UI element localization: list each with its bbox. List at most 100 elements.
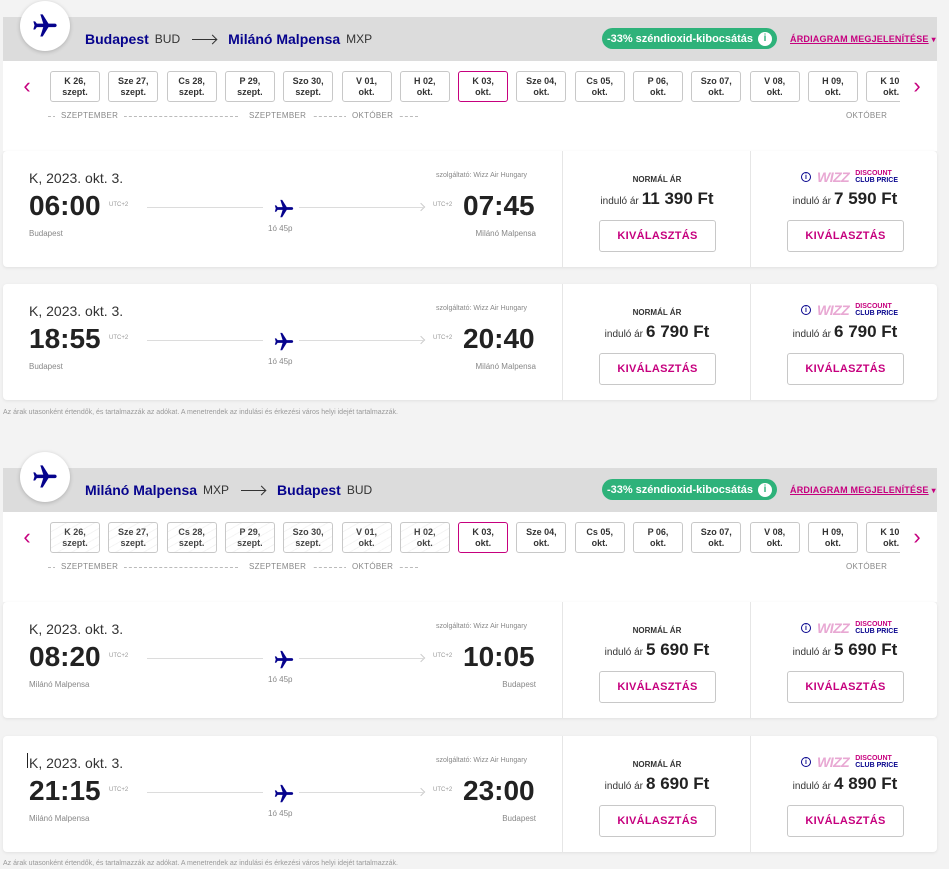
arrow-right-icon xyxy=(416,787,426,797)
price-chart-link[interactable]: ÁRDIAGRAM MEGJELENÍTÉSE ▾ xyxy=(790,485,936,495)
departure-time: 18:55 xyxy=(29,323,101,354)
from-label: induló ár xyxy=(792,196,832,207)
date-option[interactable]: Sze 27, szept. xyxy=(108,522,159,553)
date-option[interactable]: Sze 04, okt. xyxy=(516,522,567,553)
date-option[interactable]: K 03, okt. xyxy=(458,71,509,102)
wdc-price-row: induló ár 7 590 Ft xyxy=(751,189,939,209)
date-option[interactable]: H 09, okt. xyxy=(807,71,858,102)
select-normal-button[interactable]: KIVÁLASZTÁS xyxy=(599,353,716,385)
date-option[interactable]: Cs 28, szept. xyxy=(166,71,217,102)
wdc-discount: DISCOUNT xyxy=(855,621,892,628)
date-month: szept. xyxy=(237,87,263,97)
info-icon[interactable]: i xyxy=(801,305,811,315)
date-month: szept. xyxy=(120,87,147,97)
date-month: szept. xyxy=(120,538,147,548)
date-option[interactable]: K 03, okt. xyxy=(458,522,509,553)
chevron-right-icon[interactable]: › xyxy=(907,524,927,550)
chevron-left-icon[interactable]: ‹ xyxy=(17,524,37,550)
date-option[interactable]: Cs 05, okt. xyxy=(574,522,625,553)
date-option[interactable]: H 02, okt. xyxy=(399,71,450,102)
date-option[interactable]: Sze 04, okt. xyxy=(516,71,567,102)
info-icon[interactable]: i xyxy=(801,623,811,633)
wdc-price-row: induló ár 5 690 Ft xyxy=(751,640,939,660)
route-to-code: BUD xyxy=(346,483,373,497)
date-option[interactable]: K 26, szept. xyxy=(50,522,100,553)
date-option[interactable]: Szo 07, okt. xyxy=(691,71,742,102)
route-to-city: Budapest xyxy=(277,482,341,498)
normal-price-column: NORMÁL ÁR induló ár 8 690 Ft KIVÁLASZTÁS xyxy=(563,736,751,852)
arrival-city: Milánó Malpensa xyxy=(475,362,536,371)
date-option[interactable]: K 26, szept. xyxy=(50,71,100,102)
normal-price-row: induló ár 11 390 Ft xyxy=(563,189,751,209)
date-option[interactable]: Cs 28, szept. xyxy=(166,522,217,553)
flight-card: K, 2023. okt. 3. szolgáltató: Wizz Air H… xyxy=(3,602,937,718)
wdc-text: DISCOUNT CLUB PRICE xyxy=(855,303,898,317)
wdc-club-price: CLUB PRICE xyxy=(855,762,898,769)
date-option[interactable]: V 08, okt. xyxy=(749,71,800,102)
route-arrow-icon xyxy=(241,489,266,491)
date-option[interactable]: Szo 30, szept. xyxy=(283,522,334,553)
date-day: K 26, xyxy=(64,76,86,86)
arrival-utc: UTC+2 xyxy=(433,202,453,208)
flight-date: K, 2023. okt. 3. xyxy=(29,170,124,186)
inbound-route: Milánó Malpensa MXP Budapest BUD xyxy=(85,482,384,498)
date-option[interactable]: P 29, szept. xyxy=(224,522,275,553)
select-normal-button[interactable]: KIVÁLASZTÁS xyxy=(599,805,716,837)
chevron-left-icon[interactable]: ‹ xyxy=(17,73,37,99)
date-option[interactable]: P 29, szept. xyxy=(224,71,275,102)
arrival-time: 20:40 xyxy=(463,323,535,354)
date-day: Cs 05, xyxy=(586,76,613,86)
date-month: okt. xyxy=(824,538,841,548)
wizz-logo: WIZZ xyxy=(817,169,850,185)
info-icon[interactable]: i xyxy=(801,172,811,182)
date-day: K 10, xyxy=(880,527,900,537)
route-line xyxy=(299,207,423,208)
month-label: SZEPTEMBER xyxy=(55,111,125,120)
date-option[interactable]: P 06, okt. xyxy=(633,522,683,553)
date-option[interactable]: H 09, okt. xyxy=(807,522,858,553)
plane-icon xyxy=(273,649,295,676)
route-from-city: Budapest xyxy=(85,31,149,47)
price-chart-link-label: ÁRDIAGRAM MEGJELENÍTÉSE xyxy=(790,34,929,44)
date-day: Sze 27, xyxy=(118,527,149,537)
flight-date: K, 2023. okt. 3. xyxy=(29,621,124,637)
co2-badge[interactable]: -33% széndioxid-kibocsátás i xyxy=(602,479,777,500)
date-option[interactable]: K 10, okt. xyxy=(866,71,900,102)
select-normal-button[interactable]: KIVÁLASZTÁS xyxy=(599,671,716,703)
normal-price-title: NORMÁL ÁR xyxy=(632,626,682,635)
date-option[interactable]: Cs 05, okt. xyxy=(574,71,625,102)
chevron-right-icon[interactable]: › xyxy=(907,73,927,99)
date-option[interactable]: H 02, okt. xyxy=(399,522,450,553)
date-option[interactable]: Sze 27, szept. xyxy=(108,71,159,102)
select-wdc-button[interactable]: KIVÁLASZTÁS xyxy=(787,805,904,837)
select-wdc-button[interactable]: KIVÁLASZTÁS xyxy=(787,671,904,703)
date-option[interactable]: Szo 30, szept. xyxy=(283,71,334,102)
info-icon[interactable]: i xyxy=(801,757,811,767)
flight-duration: 1ó 45p xyxy=(268,809,293,818)
wdc-label: i WIZZ DISCOUNT CLUB PRICE xyxy=(801,754,898,770)
info-icon[interactable]: i xyxy=(758,482,773,497)
price-chart-link[interactable]: ÁRDIAGRAM MEGJELENÍTÉSE ▾ xyxy=(790,34,936,44)
route-arrow-icon xyxy=(192,38,217,40)
operator-label: szolgáltató: Wizz Air Hungary xyxy=(436,623,528,630)
date-day: K 03, xyxy=(472,76,494,86)
plane-badge xyxy=(20,452,70,502)
date-option[interactable]: P 06, okt. xyxy=(633,71,683,102)
co2-badge[interactable]: -33% széndioxid-kibocsátás i xyxy=(602,28,777,49)
select-normal-button[interactable]: KIVÁLASZTÁS xyxy=(599,220,716,252)
date-option[interactable]: V 08, okt. xyxy=(749,522,800,553)
date-option[interactable]: V 01, okt. xyxy=(341,522,392,553)
date-option[interactable]: K 10, okt. xyxy=(866,522,900,553)
normal-price-title: NORMÁL ÁR xyxy=(632,760,682,769)
date-day: Cs 28, xyxy=(178,76,205,86)
select-wdc-button[interactable]: KIVÁLASZTÁS xyxy=(787,220,904,252)
date-option[interactable]: V 01, okt. xyxy=(341,71,392,102)
date-day: V 08, xyxy=(764,76,786,86)
select-wdc-button[interactable]: KIVÁLASZTÁS xyxy=(787,353,904,385)
date-day: V 01, xyxy=(355,76,377,86)
month-label: OKTÓBER xyxy=(346,111,400,120)
date-option[interactable]: Szo 07, okt. xyxy=(691,522,742,553)
normal-price-column: NORMÁL ÁR induló ár 5 690 Ft KIVÁLASZTÁS xyxy=(563,602,751,718)
info-icon[interactable]: i xyxy=(758,31,773,46)
route-line xyxy=(147,792,263,793)
